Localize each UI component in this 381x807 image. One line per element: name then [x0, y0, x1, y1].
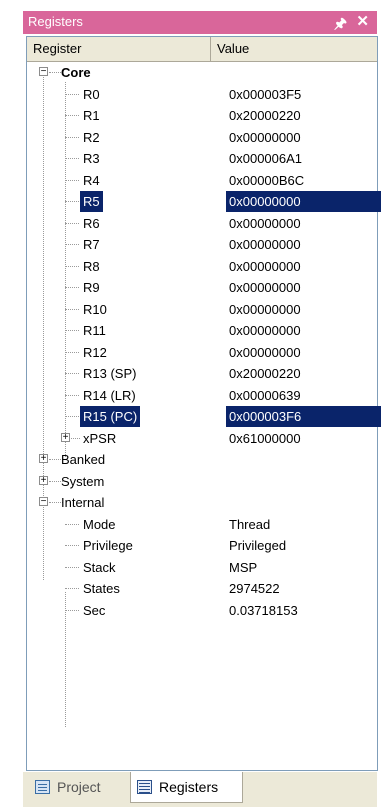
- internal-row[interactable]: Sec 0.03718153: [27, 600, 377, 622]
- register-value[interactable]: 0x00000B6C: [226, 170, 376, 191]
- register-row[interactable]: R12 0x00000000: [27, 342, 377, 364]
- internal-name: Stack: [83, 559, 116, 575]
- expand-icon[interactable]: +: [61, 432, 70, 442]
- register-row[interactable]: R7 0x00000000: [27, 234, 377, 256]
- register-name: R1: [83, 108, 100, 123]
- register-value[interactable]: 0x000003F6: [226, 406, 381, 427]
- expand-icon[interactable]: +: [39, 454, 48, 464]
- register-value[interactable]: 0x000003F5: [226, 84, 376, 105]
- register-row[interactable]: R9 0x00000000: [27, 277, 377, 299]
- register-name: R5: [80, 191, 103, 212]
- internal-row[interactable]: Stack MSP: [27, 557, 377, 579]
- register-row[interactable]: R10 0x00000000: [27, 299, 377, 321]
- column-headers: Register Value: [27, 37, 377, 62]
- register-name: R15 (PC): [80, 406, 141, 427]
- internal-name: States: [83, 581, 120, 596]
- register-name: R2: [83, 129, 100, 145]
- internal-name: Privilege: [83, 538, 133, 553]
- register-value[interactable]: 0x00000000: [226, 277, 376, 298]
- register-name: R7: [83, 237, 100, 252]
- register-value[interactable]: 0x00000000: [226, 213, 376, 234]
- register-name: R6: [83, 215, 100, 231]
- internal-name: Sec: [83, 602, 106, 618]
- project-icon: [35, 780, 50, 794]
- register-value[interactable]: 0x00000000: [226, 127, 376, 148]
- tree-node-system[interactable]: + System: [27, 471, 377, 493]
- register-row[interactable]: R4 0x00000B6C: [27, 170, 377, 192]
- register-row[interactable]: R6 0x00000000: [27, 213, 377, 235]
- internal-value[interactable]: 2974522: [226, 578, 376, 599]
- register-name: R4: [83, 172, 100, 188]
- internal-row[interactable]: States 2974522: [27, 578, 377, 600]
- register-value[interactable]: 0x00000000: [226, 234, 376, 255]
- column-header-register[interactable]: Register: [27, 37, 211, 61]
- internal-value[interactable]: Thread: [226, 514, 376, 535]
- tree-rows: − Core R0 0x000003F5 R1 0x20000220 R2 0x…: [27, 62, 381, 727]
- register-name: R13 (SP): [83, 366, 137, 381]
- close-icon[interactable]: ✕: [356, 12, 369, 30]
- title-bar: Registers 🖈︎ ✕: [23, 11, 377, 34]
- tab-label: Registers: [159, 779, 219, 795]
- register-row[interactable]: R0 0x000003F5: [27, 84, 377, 106]
- register-row[interactable]: R11 0x00000000: [27, 320, 377, 342]
- tree-node-label: Core: [61, 65, 91, 80]
- internal-value[interactable]: 0.03718153: [226, 600, 376, 621]
- tab-registers[interactable]: Registers: [130, 772, 243, 803]
- internal-value[interactable]: MSP: [226, 557, 376, 578]
- tree-node-internal[interactable]: − Internal: [27, 492, 377, 514]
- register-row[interactable]: R3 0x000006A1: [27, 148, 377, 170]
- register-name: R9: [83, 280, 100, 295]
- register-value[interactable]: 0x00000000: [226, 299, 376, 320]
- register-row-selected[interactable]: R5 0x00000000: [27, 191, 381, 213]
- register-value[interactable]: 0x000006A1: [226, 148, 376, 169]
- register-row[interactable]: R14 (LR) 0x00000639: [27, 385, 377, 407]
- register-row[interactable]: R8 0x00000000: [27, 256, 377, 278]
- register-row[interactable]: R13 (SP) 0x20000220: [27, 363, 377, 385]
- register-name: R11: [83, 323, 106, 338]
- registers-panel: Registers 🖈︎ ✕ Register Value − Core R0 …: [0, 0, 381, 807]
- internal-row[interactable]: Mode Thread: [27, 514, 377, 536]
- register-value[interactable]: 0x00000000: [226, 191, 381, 212]
- register-row-xpsr[interactable]: + xPSR 0x61000000: [27, 428, 377, 450]
- panel-title: Registers: [28, 14, 83, 29]
- register-row[interactable]: R2 0x00000000: [27, 127, 377, 149]
- register-value[interactable]: 0x61000000: [226, 428, 376, 449]
- register-name: xPSR: [83, 430, 117, 446]
- register-name: R12: [83, 344, 107, 360]
- register-value[interactable]: 0x00000000: [226, 342, 376, 363]
- internal-row[interactable]: Privilege Privileged: [27, 535, 377, 557]
- register-value[interactable]: 0x20000220: [226, 363, 376, 384]
- register-value[interactable]: 0x00000000: [226, 320, 376, 341]
- tab-label: Project: [57, 779, 101, 795]
- tree-node-banked[interactable]: + Banked: [27, 449, 377, 471]
- bottom-tab-bar: Project Registers: [23, 772, 377, 807]
- register-row[interactable]: R1 0x20000220: [27, 105, 377, 127]
- register-tree-view[interactable]: Register Value − Core R0 0x000003F5 R1 0…: [26, 36, 381, 771]
- column-header-value[interactable]: Value: [211, 37, 377, 61]
- expand-icon[interactable]: +: [39, 475, 48, 485]
- tab-project[interactable]: Project: [29, 772, 128, 803]
- tree-node-core[interactable]: − Core: [27, 62, 377, 84]
- register-name: R3: [83, 151, 100, 166]
- collapse-icon[interactable]: −: [39, 67, 48, 77]
- register-value[interactable]: 0x20000220: [226, 105, 376, 126]
- register-name: R14 (LR): [83, 387, 136, 403]
- pin-icon[interactable]: 🖈︎: [334, 13, 347, 37]
- tree-node-label: Internal: [61, 495, 105, 510]
- register-name: R10: [83, 301, 107, 317]
- register-name: R0: [83, 86, 100, 102]
- tree-node-label: System: [61, 473, 105, 489]
- internal-name: Mode: [83, 516, 116, 532]
- internal-value[interactable]: Privileged: [226, 535, 376, 556]
- register-value[interactable]: 0x00000000: [226, 256, 376, 277]
- register-value[interactable]: 0x00000639: [226, 385, 376, 406]
- tree-node-label: Banked: [61, 452, 106, 467]
- registers-icon: [137, 780, 152, 794]
- register-name: R8: [83, 258, 100, 274]
- collapse-icon[interactable]: −: [39, 497, 48, 507]
- register-row-selected[interactable]: R15 (PC) 0x000003F6: [27, 406, 381, 428]
